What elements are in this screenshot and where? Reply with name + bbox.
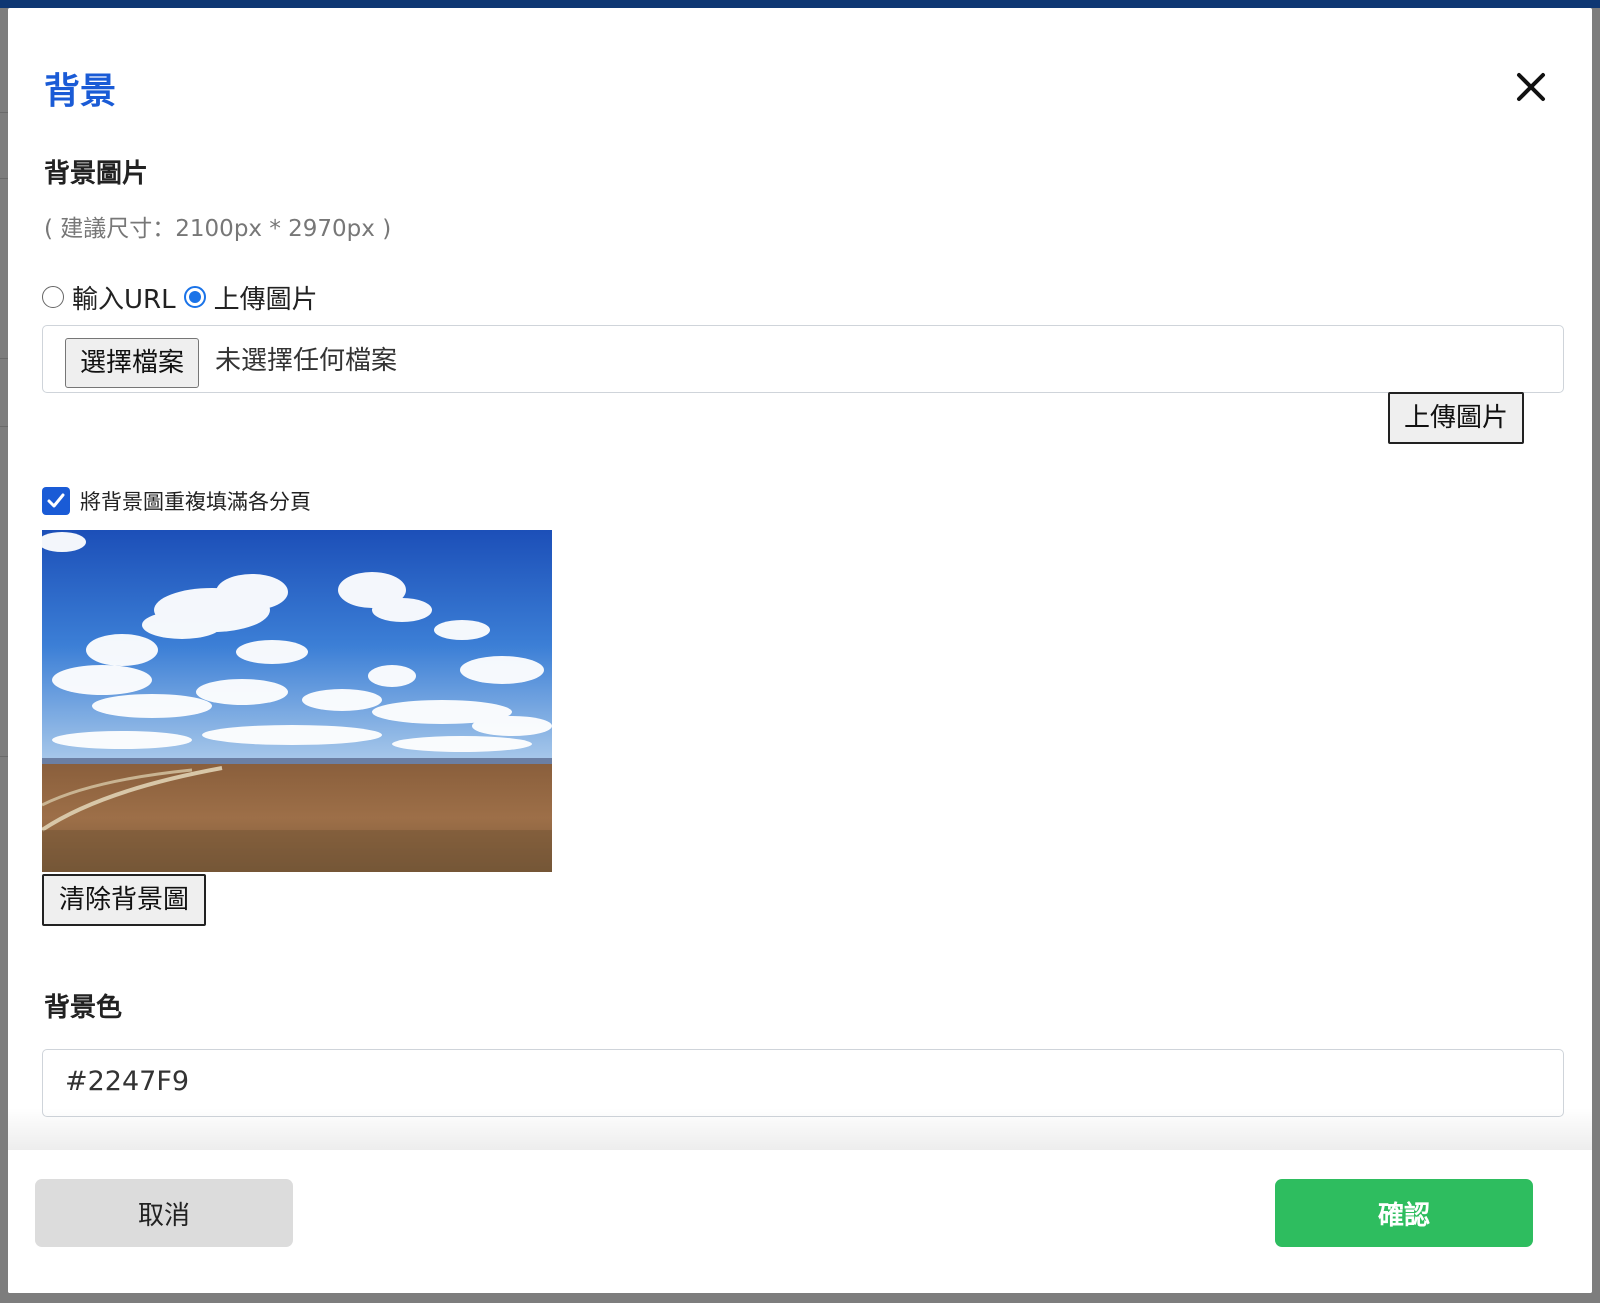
recommended-size-hint: ( 建議尺寸：2100px * 2970px ) xyxy=(44,216,392,242)
upload-image-button[interactable]: 上傳圖片 xyxy=(1388,392,1524,444)
dialog-title: 背景 xyxy=(44,71,117,112)
url-radio[interactable] xyxy=(42,286,64,308)
dialog-footer: 取消 確認 xyxy=(8,1150,1592,1293)
background-color-input[interactable]: #2247F9 xyxy=(42,1049,1564,1117)
choose-file-button[interactable]: 選擇檔案 xyxy=(65,338,200,388)
app-top-bar xyxy=(0,0,1600,8)
close-icon xyxy=(1517,73,1545,101)
clear-background-button[interactable]: 清除背景圖 xyxy=(42,874,206,926)
checkmark-icon xyxy=(47,493,65,508)
image-source-radio-group: 輸入URL 上傳圖片 xyxy=(42,279,326,316)
repeat-background-label: 將背景圖重複填滿各分頁 xyxy=(80,490,311,514)
footer-shadow xyxy=(8,1108,1592,1150)
repeat-background-option[interactable]: 將背景圖重複填滿各分頁 xyxy=(42,486,311,516)
background-settings-dialog: 背景 背景圖片 ( 建議尺寸：2100px * 2970px ) 輸入URL 上… xyxy=(8,8,1592,1293)
sky-field-picture xyxy=(42,530,552,872)
upload-radio[interactable] xyxy=(183,286,206,308)
url-radio-label[interactable]: 輸入URL xyxy=(72,279,176,316)
background-color-label: 背景色 xyxy=(44,993,123,1023)
repeat-background-checkbox[interactable] xyxy=(42,487,70,515)
background-image-preview xyxy=(42,530,552,872)
close-button[interactable] xyxy=(1514,70,1548,104)
file-input[interactable]: 選擇檔案 未選擇任何檔案 xyxy=(42,325,1564,393)
upload-radio-label[interactable]: 上傳圖片 xyxy=(214,279,318,316)
background-image-label: 背景圖片 xyxy=(44,159,149,189)
confirm-button[interactable]: 確認 xyxy=(1275,1179,1533,1247)
file-status-text: 未選擇任何檔案 xyxy=(215,346,398,376)
cancel-button[interactable]: 取消 xyxy=(35,1179,293,1247)
